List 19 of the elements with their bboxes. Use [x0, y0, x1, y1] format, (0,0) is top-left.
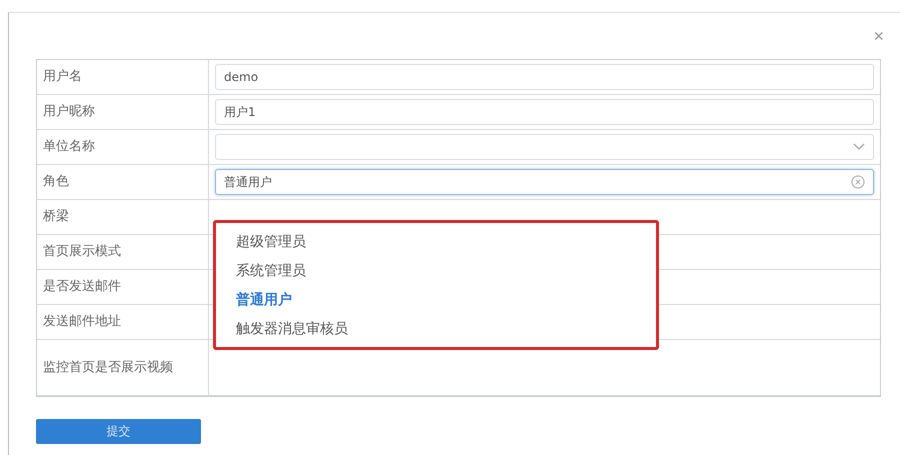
- field-label: 首页展示模式: [37, 235, 209, 269]
- field-label: 用户名: [37, 60, 209, 94]
- dropdown-option[interactable]: 超级管理员: [216, 232, 656, 250]
- dropdown-option[interactable]: 触发器消息审核员: [216, 320, 656, 338]
- field-label: 桥梁: [37, 200, 209, 234]
- field-label: 用户昵称: [37, 95, 209, 129]
- field-label: 单位名称: [37, 130, 209, 164]
- text-field[interactable]: 用户1: [215, 99, 874, 125]
- dropdown-option[interactable]: 系统管理员: [216, 262, 656, 280]
- text-field[interactable]: demo: [215, 64, 874, 90]
- field-label: 监控首页是否展示视频: [37, 340, 209, 395]
- select-field[interactable]: 普通用户: [215, 169, 874, 195]
- circle-close-icon[interactable]: [851, 175, 865, 189]
- dropdown-option[interactable]: 普通用户: [216, 290, 656, 308]
- chevron-down-icon: [853, 143, 865, 151]
- field-label: 是否发送邮件: [37, 270, 209, 304]
- select-field[interactable]: [215, 134, 874, 160]
- field-label: 角色: [37, 165, 209, 199]
- field-label: 发送邮件地址: [37, 305, 209, 339]
